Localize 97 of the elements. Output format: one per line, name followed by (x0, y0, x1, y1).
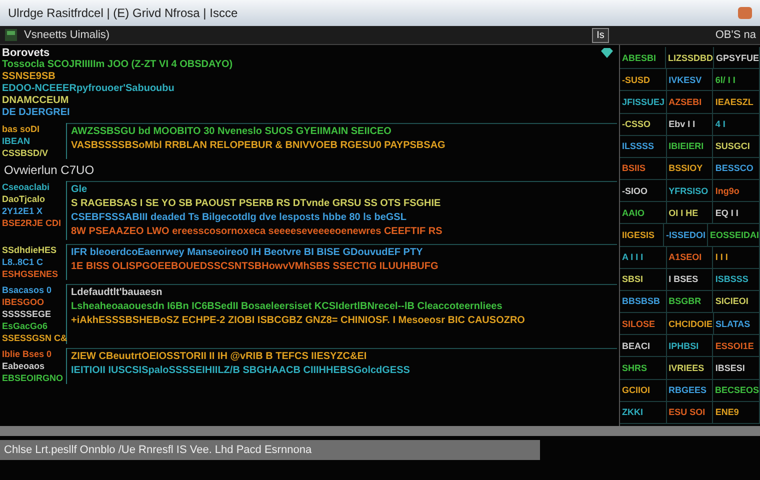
status-text: Chlse Lrt.pesllf Onnblo /Ue Rnresfl IS Vee. Lhd Pacd Esrnnona (4, 444, 312, 456)
grid-cell: CHCIDOIE (666, 313, 714, 334)
toolbar-button[interactable]: Is (592, 28, 610, 42)
sidebar-label: ESHGSENES (2, 268, 60, 280)
code-line: DNAMCCEUM (2, 95, 70, 107)
code-line: Lsheaheoaaouesdn I6Bn IC6BSedII Bosaeleersiset KCSIdertlBNrecel--lB Cleaccoteernliees (71, 301, 504, 313)
grid-cell: AAIO (620, 202, 667, 224)
grid-cell: SICIEOI (713, 290, 760, 312)
code-line: ZIEW CBeuutrtOEIOSSTORII II IH @vRIB B TEFCS IIESYZC&EI (71, 351, 368, 363)
grid-cell: 6l/ I I (713, 69, 760, 90)
sidebar-label: Iblie Bses 0 (2, 348, 53, 360)
grid-cell: AZSEBI (666, 91, 714, 113)
code-line: VASBSSSSBSoMbl RRBLAN RELOPEBUR & BNIVVOEB RGESU0 PAYPSBSAG (71, 140, 446, 152)
grid-cell: EQ I I (713, 202, 760, 224)
grid-cell: EOSSEIDAI (708, 224, 760, 246)
grid-cell: IBSESI (713, 357, 760, 379)
grid-cell: ESSOI1E (713, 335, 760, 356)
grid-cell: GPSYFUE (714, 47, 760, 68)
grid-cell: GCIIOI (620, 380, 666, 401)
code-line: 1E BISS OLISPGOEEBOUEDSSCSNTSBHowvVMhSBS SSECTIG ILUUHBUFG (71, 261, 440, 273)
sidebar-label: EsGacGo6 (2, 320, 49, 332)
grid-cell: BECSEOS (713, 380, 760, 401)
sidebar-label: SSdhdieHES (2, 244, 58, 256)
flag-icon[interactable] (4, 28, 18, 42)
sidebar-label: CSSBSD/V (2, 147, 50, 159)
sidebar-label: BSE2RJE CDI (2, 217, 62, 229)
sidebar-label: EBSEOIRGNO (2, 372, 64, 384)
grid-cell: SLATAS (714, 313, 760, 334)
sidebar-label: Eabeoaos (2, 360, 46, 372)
grid-cell: Ebv I I (666, 114, 714, 135)
code-line: S RAGEBSAS I SE YO SB PAOUST PSERB RS DTvnde GRSU SS OTS FSGHIE (71, 198, 442, 210)
grid-cell: -SUSD (620, 69, 667, 90)
window-title: Ulrdge Rasitfrdcel | (E) Grivd Nfrosa | Iscce (8, 6, 239, 20)
code-line: EDOO-NCEEERpyfrouoer'Sabuoubu (2, 83, 176, 95)
code-line: CSEBFSSSABIII deaded Ts Bilgecotdlg dve lesposts hbbe 80 ls beGSL (71, 212, 408, 224)
grid-cell: ENE9 (713, 402, 760, 423)
code-line: +iAkhESSSBSHEBoSZ ECHPE-2 ZIOBI ISBCGBZ GNZ8= CHINIOSF. I Mesoeosr BIC CAUSOZRO (71, 315, 526, 327)
grid-cell: JFISSUEJ (620, 91, 667, 113)
sidebar-label: Cseoaclabi (2, 181, 51, 193)
grid-cell: IIGESIS (620, 224, 664, 246)
grid-cell: BESSCO (713, 158, 760, 180)
grid-cell: OI I HE (666, 202, 714, 224)
sidebar-label: DaoTjcalo (2, 193, 46, 205)
grid-cell: A I I I (620, 246, 667, 268)
grid-cell: IVKESV (666, 69, 714, 90)
grid-cell: BSIIS (620, 158, 667, 180)
grid-cell: BEACI (620, 335, 667, 356)
code-line: SSNSE9SB (2, 71, 56, 83)
grid-cell: -ISSEDOI (664, 224, 708, 246)
grid-cell: BSGBR (666, 290, 714, 312)
grid-cell: LIZSSDBD (666, 47, 714, 68)
grid-cell: SILOSE (620, 313, 666, 334)
sidebar-label: IBESGOO (2, 296, 46, 308)
code-line: Ldefaudtlt'bauaesn (71, 287, 164, 299)
grid-cell: IPHBSI (666, 335, 714, 356)
grid-cell: ILSSSS (620, 136, 667, 157)
sidebar-label: IBEAN (2, 135, 32, 147)
code-line: DE DJERGREI (2, 107, 71, 119)
grid-cell: RBGEES (666, 380, 713, 401)
code-line: IFR bleoerdcoEaenrwey Manseoireo0 IH Beotvre BI BISE GDouvudEF PTY (71, 247, 424, 259)
code-line: IEITIOII IUSCSISpaloSSSSEIHIILZ/B SBGHAACB CIIIHHEBSGolcdGESS (71, 365, 411, 377)
grid-cell: SBSI (620, 268, 667, 290)
sidebar-label: SSSSSEGE (2, 308, 52, 320)
grid-cell: SUSGCI (713, 136, 760, 157)
grid-cell: 4 I (713, 114, 760, 135)
grid-cell: BBSBSB (620, 290, 667, 312)
sidebar-label: L8..8C1 C (2, 256, 44, 268)
grid-cell: A1SEOI (666, 246, 714, 268)
window-button[interactable] (738, 7, 752, 19)
sidebar-label: bas soDI (2, 123, 41, 135)
grid-cell: IVRIEES (666, 357, 714, 379)
toolbar-label: OB'S na (715, 29, 756, 41)
grid-cell: ZKKI (620, 402, 667, 423)
grid-cell: Ing9o (713, 180, 760, 202)
grid-cell: I I I (713, 246, 760, 268)
sidebar-label: 2Y12E1 X (2, 205, 44, 217)
code-line: Gle (71, 184, 88, 196)
grid-cell: ABESBI (620, 47, 666, 68)
code-line: 8W PSEAAZEO LWO ereesscosornoxeca seeeeseveeeeoenewres CEEFTIF RS (71, 226, 444, 238)
panel-title: Borovets (2, 47, 50, 59)
grid-cell: IEAESZL (713, 91, 760, 113)
grid-cell: IBIEIERI (666, 136, 714, 157)
section-heading: Ovwierlun C7UO (3, 163, 96, 177)
grid-cell: -SIOO (620, 180, 667, 202)
code-line: AWZSSBSGU bd MOOBITO 30 Nveneslo SUOS GYEIIMAIN SEIICEO (71, 126, 392, 138)
grid-cell: YFRSISO (666, 180, 714, 202)
sidebar-label: Bsacasos 0 (2, 284, 53, 296)
toolbar-label: Vsneetts Uimalis) (24, 29, 110, 41)
grid-cell: BSSIOY (666, 158, 714, 180)
grid-cell: -CSSO (620, 114, 667, 135)
grid-cell: SHRS (620, 357, 667, 379)
grid-cell: I BSES (666, 268, 714, 290)
scrollbar[interactable] (0, 426, 760, 436)
gem-icon (601, 48, 613, 58)
code-line: Tossocla SCOJRIIIIIm JOO (Z-ZT VI 4 OBSDAYO) (2, 59, 234, 71)
grid-cell: ISBSSS (713, 268, 760, 290)
grid-cell: ESU SOI (666, 402, 714, 423)
